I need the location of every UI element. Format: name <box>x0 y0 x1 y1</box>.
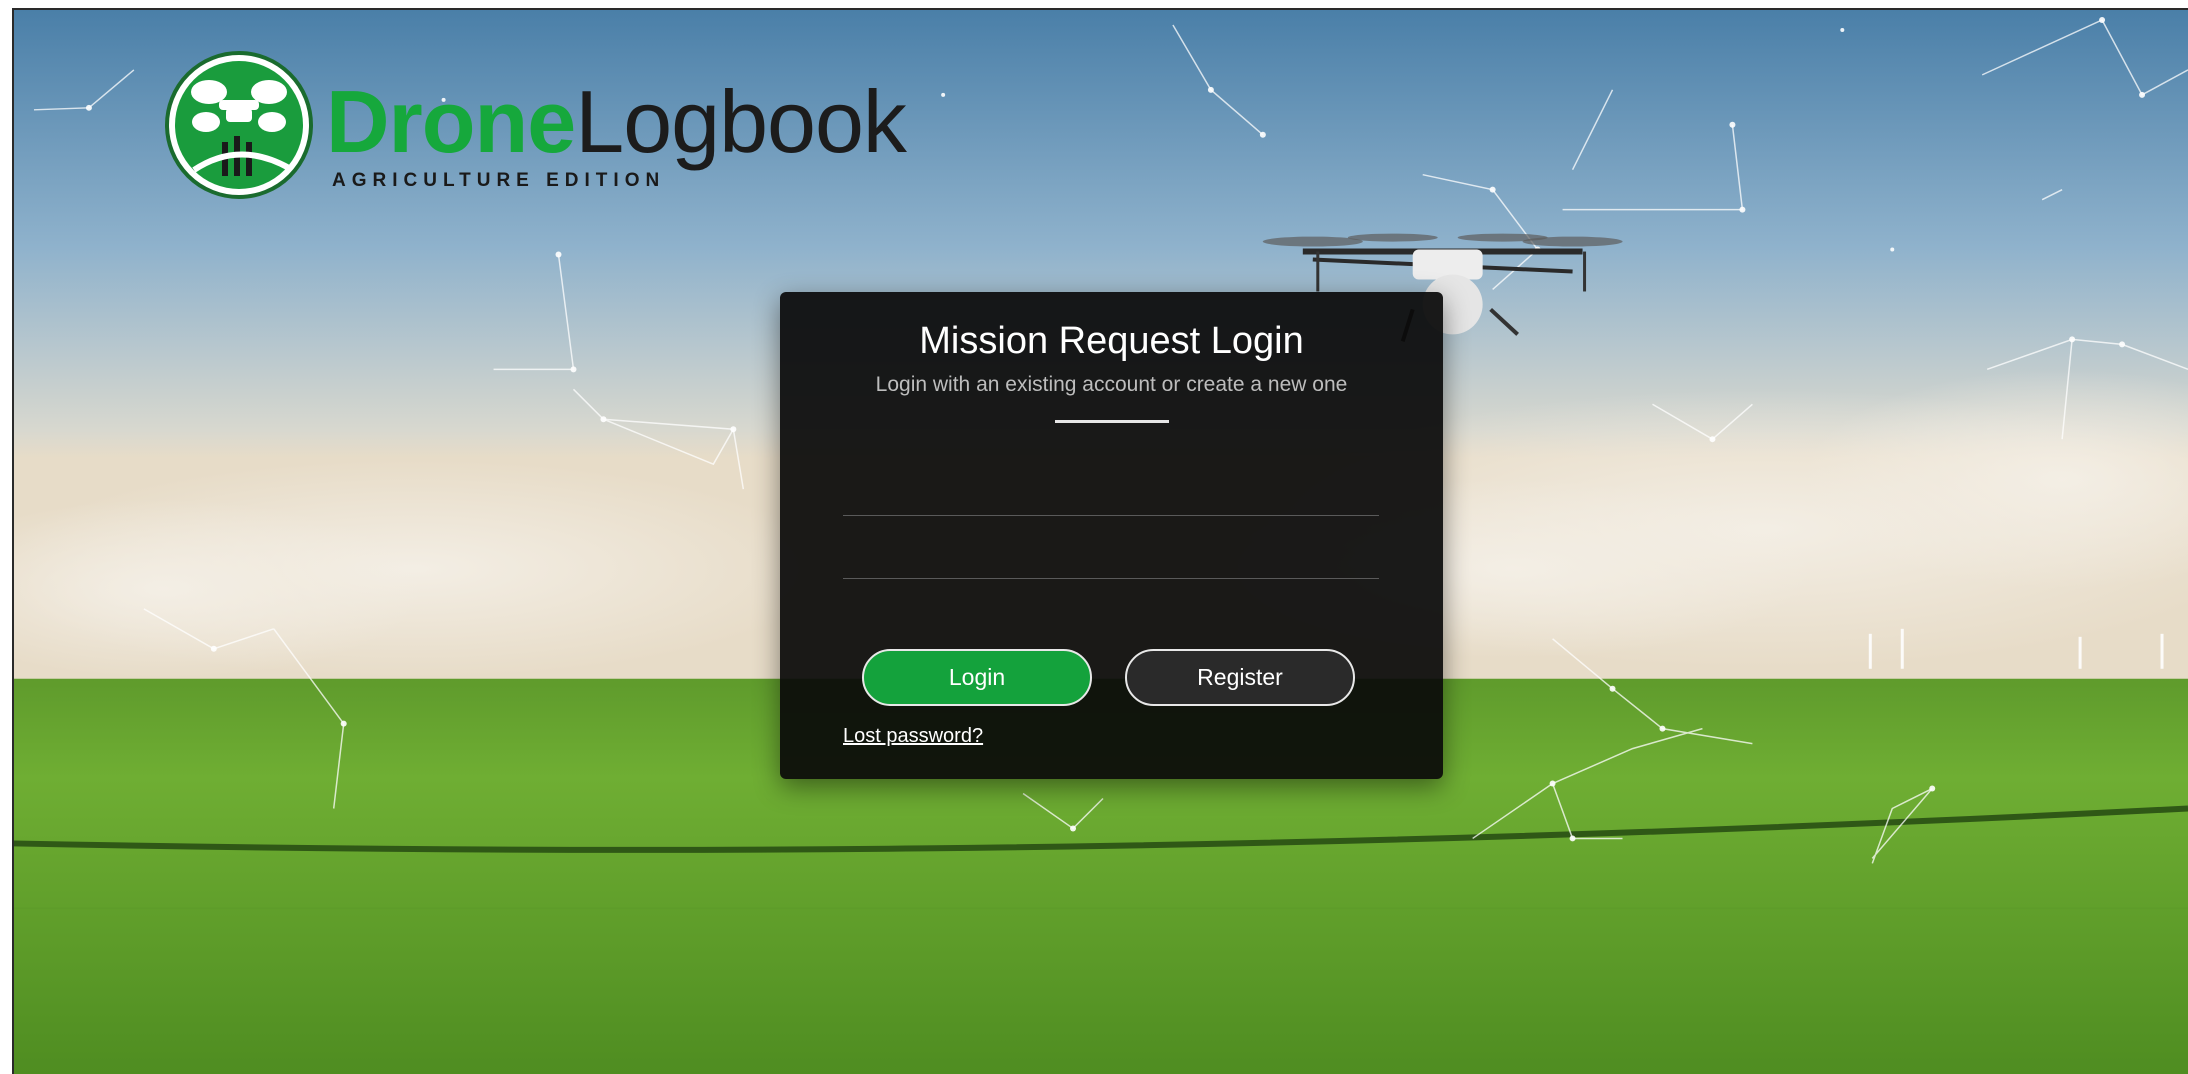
login-panel: Mission Request Login Login with an exis… <box>780 292 1443 779</box>
brand-word-light: Logbook <box>575 72 907 171</box>
password-input[interactable] <box>843 533 1379 579</box>
brand-edition: AGRICULTURE EDITION <box>332 170 666 191</box>
lost-password-link[interactable]: Lost password? <box>843 725 983 748</box>
panel-title: Mission Request Login <box>919 320 1304 362</box>
brand-wordmark: DroneLogbook <box>326 78 907 166</box>
register-button[interactable]: Register <box>1125 649 1355 706</box>
brand-word-strong: Drone <box>326 72 576 171</box>
brand-logo: DroneLogbook AGRICULTURE EDITION <box>164 50 907 200</box>
page-frame: DroneLogbook AGRICULTURE EDITION Mission… <box>12 8 2188 1074</box>
panel-subtitle: Login with an existing account or create… <box>875 373 1348 396</box>
login-button[interactable]: Login <box>862 649 1092 706</box>
username-input[interactable] <box>843 470 1379 516</box>
drone-field-emblem-icon <box>165 51 313 199</box>
panel-divider <box>1054 420 1169 423</box>
